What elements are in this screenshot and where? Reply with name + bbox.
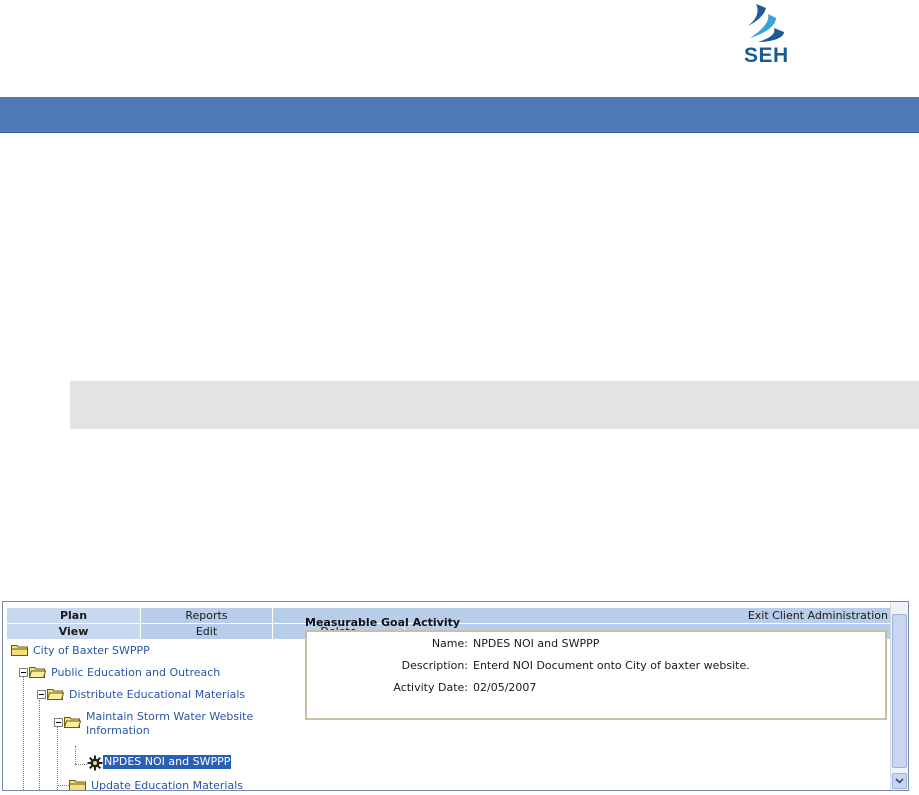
- tree-node-label: City of Baxter SWPPP: [33, 644, 150, 657]
- detail-row-activity-date: Activity Date: 02/05/2007: [307, 681, 885, 697]
- tree-node-label-selected: NPDES NOI and SWPPP: [103, 755, 232, 769]
- tree-connector: [75, 746, 76, 764]
- tab-plan[interactable]: Plan: [7, 608, 141, 623]
- collapse-icon[interactable]: [54, 718, 63, 727]
- tree-node-label: Public Education and Outreach: [51, 666, 221, 679]
- tree-node-public-education[interactable]: Public Education and Outreach: [19, 666, 220, 680]
- tree-node-distribute-educational-materials[interactable]: Distribute Educational Materials: [37, 688, 245, 702]
- tree-node-update-education-materials[interactable]: Update Education Materials: [69, 779, 244, 791]
- vertical-scrollbar[interactable]: [890, 602, 908, 790]
- scrollbar-thumb[interactable]: [892, 614, 907, 768]
- tree-node-label: Distribute Educational Materials: [69, 688, 246, 701]
- tab-view[interactable]: View: [7, 624, 141, 639]
- seh-logo-mark: [748, 4, 784, 42]
- field-value: NPDES NOI and SWPPP: [473, 637, 600, 650]
- folder-open-icon: [64, 717, 81, 728]
- detail-panel: Name: NPDES NOI and SWPPP Description: E…: [305, 630, 887, 720]
- field-value: 02/05/2007: [473, 681, 537, 694]
- seh-logo: SEH: [742, 4, 792, 68]
- tree-node-label: Update Education Materials: [91, 779, 244, 791]
- detail-row-description: Description: Enterd NOI Document onto Ci…: [307, 659, 885, 675]
- tree-node-label: Maintain Storm Water Website Information: [86, 710, 253, 738]
- gear-icon: [87, 755, 103, 771]
- detail-row-name: Name: NPDES NOI and SWPPP: [307, 637, 885, 653]
- folder-open-icon: [47, 689, 64, 700]
- tab-edit[interactable]: Edit: [141, 624, 273, 639]
- client-admin-window: Plan Reports Exit Client Administration …: [2, 601, 909, 791]
- header-banner: [0, 97, 919, 133]
- logo-text: SEH: [744, 44, 789, 67]
- collapse-icon[interactable]: [19, 668, 28, 677]
- folder-open-icon: [29, 667, 46, 678]
- tab-reports[interactable]: Reports: [141, 608, 273, 623]
- tree-node-npdes-noi[interactable]: NPDES NOI and SWPPP: [87, 755, 232, 771]
- field-label: Activity Date:: [393, 681, 468, 694]
- tree-connector: [23, 674, 24, 790]
- tree-node-city-of-baxter[interactable]: City of Baxter SWPPP: [11, 644, 150, 658]
- tree-connector: [75, 764, 87, 765]
- tree-node-label-line1: Maintain Storm Water Website: [86, 710, 254, 723]
- grey-bar: [70, 381, 919, 429]
- tree-node-label-line2: Information: [86, 724, 150, 737]
- detail-title: Measurable Goal Activity: [305, 616, 461, 629]
- tree-connector: [57, 785, 69, 786]
- plan-tree: City of Baxter SWPPP Public Education an…: [11, 640, 295, 790]
- folder-icon: [69, 780, 86, 790]
- field-label: Name:: [431, 637, 468, 650]
- chevron-down-icon: [895, 778, 904, 784]
- scroll-down-button[interactable]: [892, 773, 907, 789]
- folder-icon: [11, 645, 28, 656]
- collapse-icon[interactable]: [37, 690, 46, 699]
- tree-node-maintain-storm-water-website[interactable]: Maintain Storm Water Website Information: [54, 710, 253, 738]
- field-label: Description:: [401, 659, 468, 672]
- tree-connector: [39, 700, 40, 790]
- field-value: Enterd NOI Document onto City of baxter …: [473, 659, 750, 672]
